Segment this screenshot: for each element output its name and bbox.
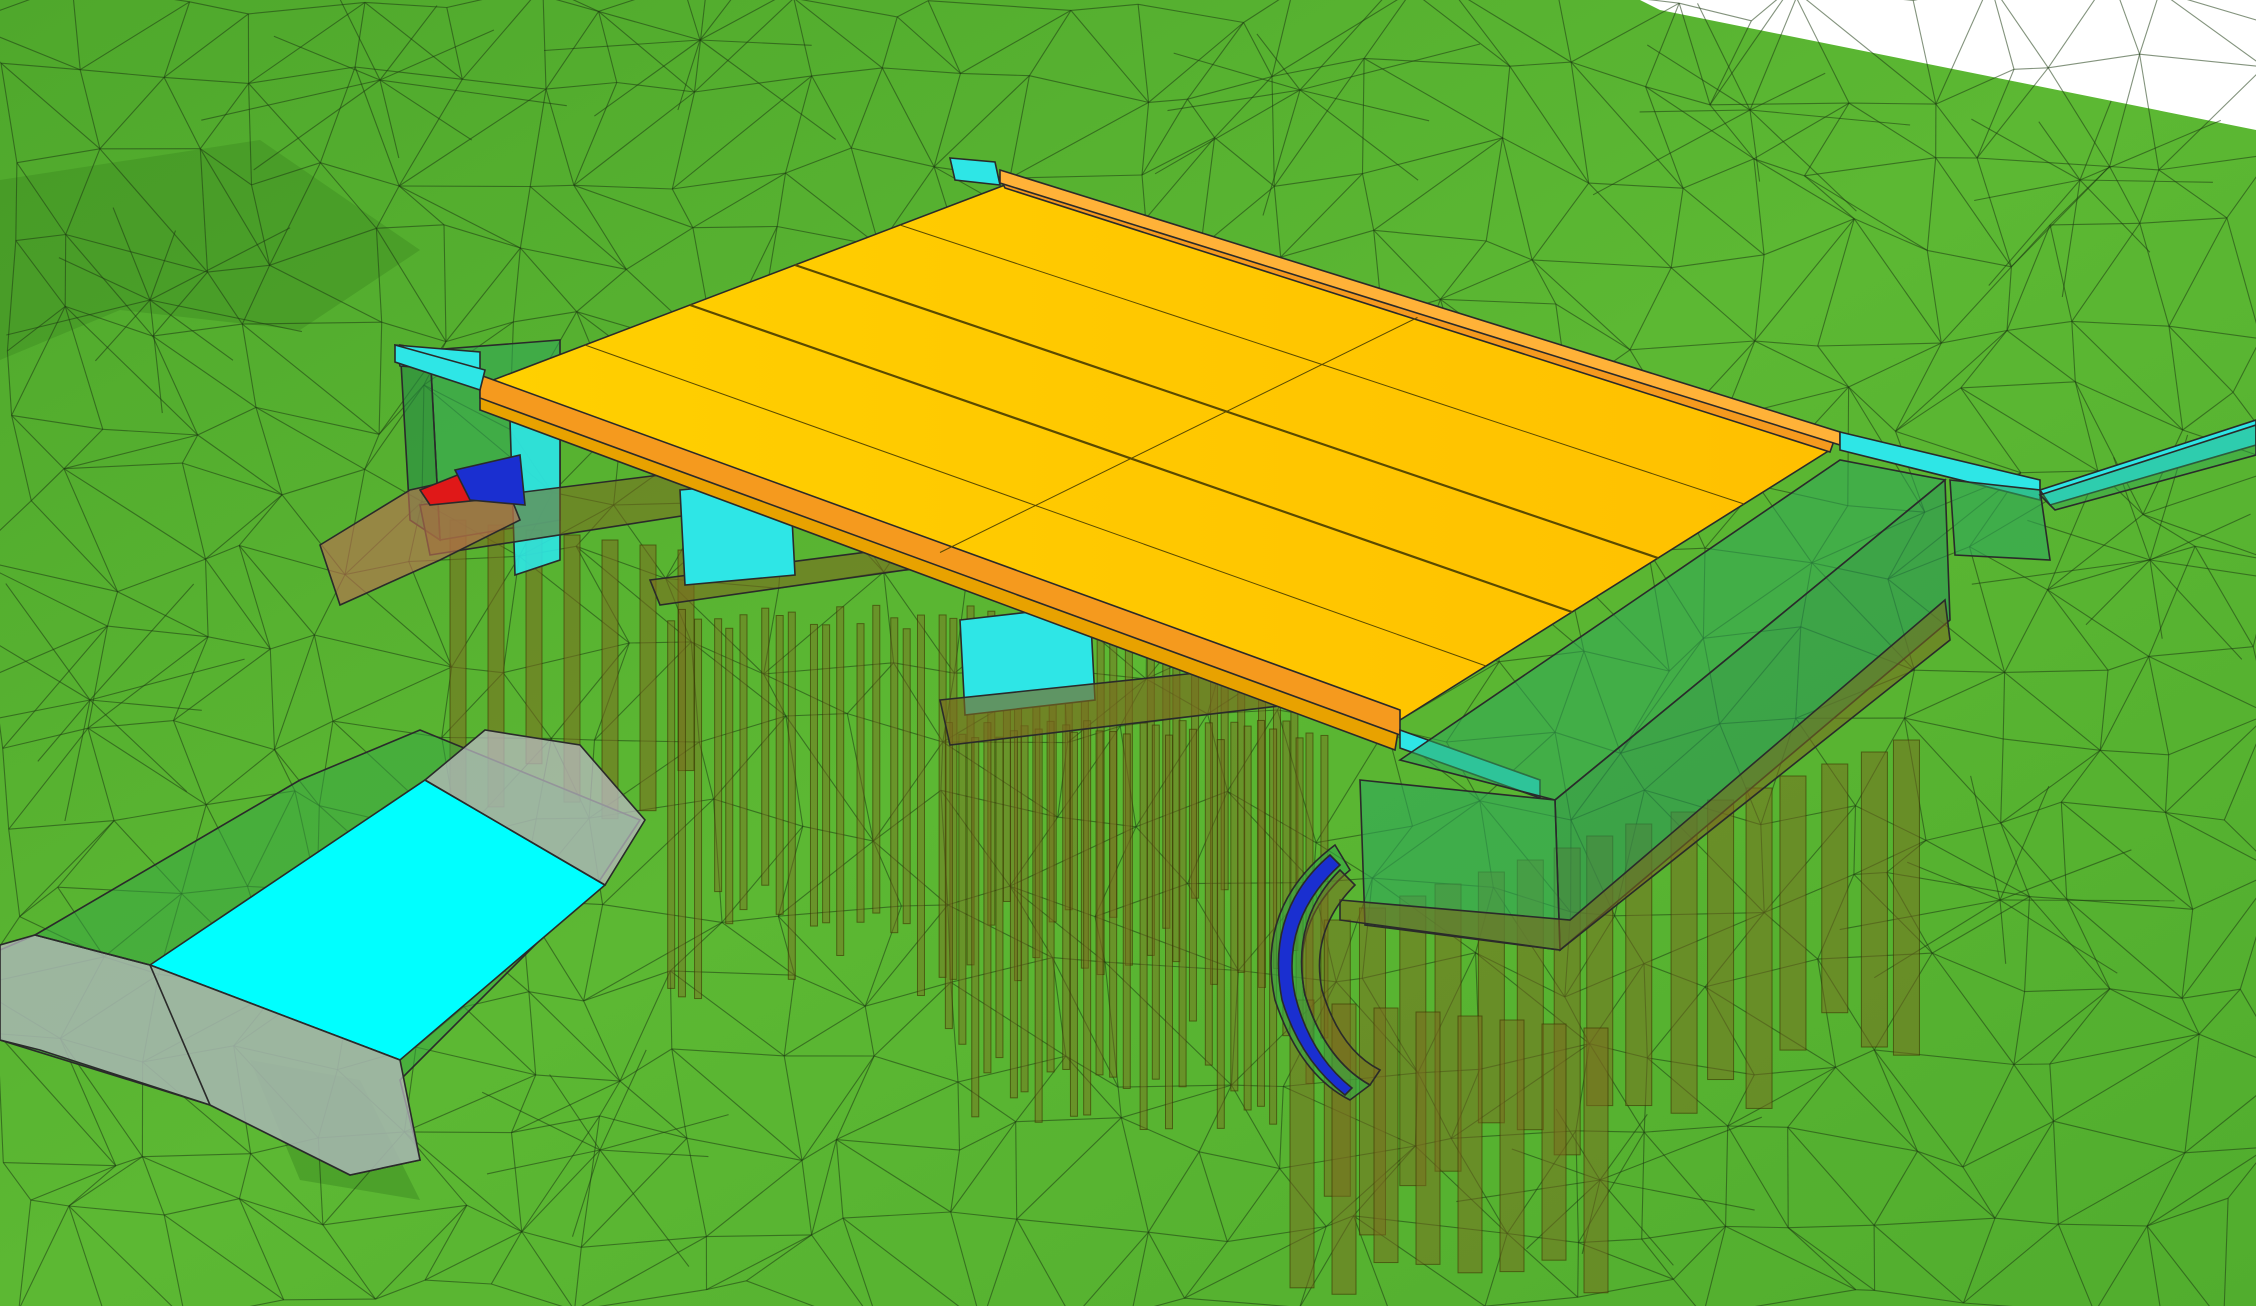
pile — [872, 604, 881, 914]
pile — [1860, 751, 1888, 1048]
mesh-edge — [1999, 899, 2175, 902]
pile — [1583, 1027, 1609, 1294]
pile — [667, 620, 676, 989]
pile — [1457, 1015, 1483, 1274]
pile — [822, 624, 831, 924]
pile — [1139, 722, 1148, 1131]
pile — [958, 733, 967, 1045]
pile — [1178, 720, 1187, 1088]
pile — [694, 618, 703, 1000]
pile — [1256, 719, 1265, 1107]
mesh-edge — [1855, 1289, 1875, 1291]
pile — [761, 607, 770, 886]
pile — [944, 722, 953, 1030]
pile — [983, 722, 992, 1074]
pile — [1707, 799, 1735, 1081]
pile — [677, 608, 686, 998]
pile — [1892, 739, 1920, 1056]
pile — [1034, 728, 1043, 1123]
mesh-edge — [1787, 1127, 1789, 1228]
pile — [1046, 720, 1055, 1073]
pile — [1243, 725, 1252, 1111]
pile — [1122, 733, 1131, 1089]
pile — [809, 623, 818, 927]
pile — [836, 606, 845, 956]
pile — [1779, 775, 1807, 1051]
pile — [725, 627, 734, 925]
pile — [1204, 722, 1213, 1066]
mesh-edge — [1577, 1242, 1579, 1298]
bridge-model-scene — [0, 0, 2256, 1306]
pile — [1373, 1007, 1399, 1264]
pile — [1821, 763, 1849, 1014]
pile — [995, 736, 1004, 1059]
pile — [902, 628, 911, 925]
3d-model-viewport[interactable] — [0, 0, 2256, 1306]
mesh-edge — [2013, 1063, 2050, 1066]
mesh-edge — [283, 1298, 376, 1301]
pile — [739, 614, 748, 911]
mesh-edge — [64, 234, 67, 307]
pile — [971, 737, 980, 1118]
mesh-edge — [399, 185, 531, 188]
pile — [1062, 724, 1071, 1070]
pile — [1095, 730, 1104, 1076]
pile — [1541, 1023, 1567, 1261]
pile — [1745, 787, 1773, 1109]
pile — [787, 611, 796, 980]
pile — [1083, 720, 1092, 1116]
pile — [1499, 1019, 1525, 1273]
pile — [1188, 728, 1197, 1022]
mesh-edge — [1873, 1225, 1876, 1291]
pile — [890, 617, 899, 934]
pile — [775, 615, 784, 915]
pile — [1151, 724, 1160, 1080]
pile — [1109, 731, 1118, 1078]
pile — [1415, 1011, 1441, 1265]
mesh-edge — [404, 1131, 512, 1134]
pile — [1164, 734, 1173, 1130]
pile — [856, 623, 865, 923]
pile — [1020, 725, 1029, 1093]
pile — [1230, 721, 1239, 1092]
pile — [1069, 731, 1078, 1117]
pile — [916, 614, 925, 997]
pile — [1216, 739, 1225, 1129]
pile — [714, 618, 723, 893]
pile — [1009, 730, 1018, 1099]
